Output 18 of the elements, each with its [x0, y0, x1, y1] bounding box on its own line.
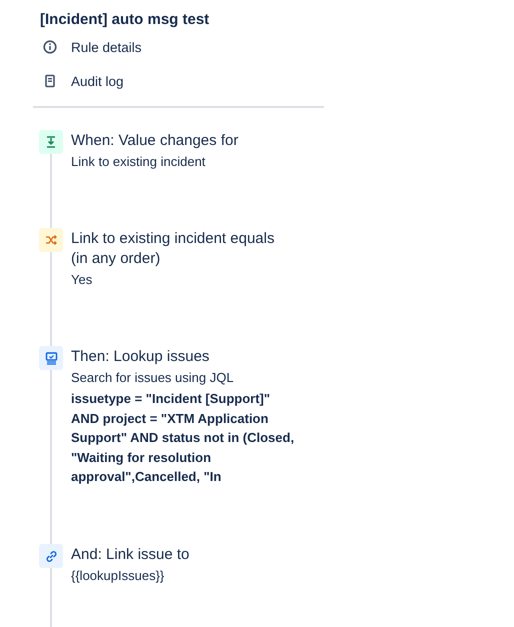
document-icon	[43, 74, 57, 88]
step-detail: Search for issues using JQL	[71, 369, 235, 387]
jql-query: issuetype = "Incident [Support]" AND project = "XTM Application Support" AND status not in (Closed, "Waiting for resolution approval",Cancelled, "In	[71, 390, 294, 486]
info-icon	[43, 40, 57, 54]
step-title[interactable]: Then: Lookup issues	[71, 347, 294, 367]
step-icon	[39, 544, 63, 568]
step-detail: Yes	[71, 271, 94, 289]
step-detail: {{lookupIssues}}	[71, 567, 166, 585]
step-icon	[39, 130, 63, 154]
step-icon	[39, 346, 63, 370]
menu-item[interactable]: Rule details	[43, 30, 514, 64]
rule-title: [Incident] auto msg test	[40, 10, 210, 30]
step-detail: Link to existing incident	[71, 153, 206, 171]
step-title[interactable]: And: Link issue to	[71, 545, 190, 565]
menu-item[interactable]: Audit log	[43, 64, 514, 98]
step-title[interactable]: When: Value changes for	[71, 131, 238, 151]
step-title[interactable]: Link to existing incident equals (in any order)	[71, 229, 274, 269]
step-icon	[39, 228, 63, 252]
